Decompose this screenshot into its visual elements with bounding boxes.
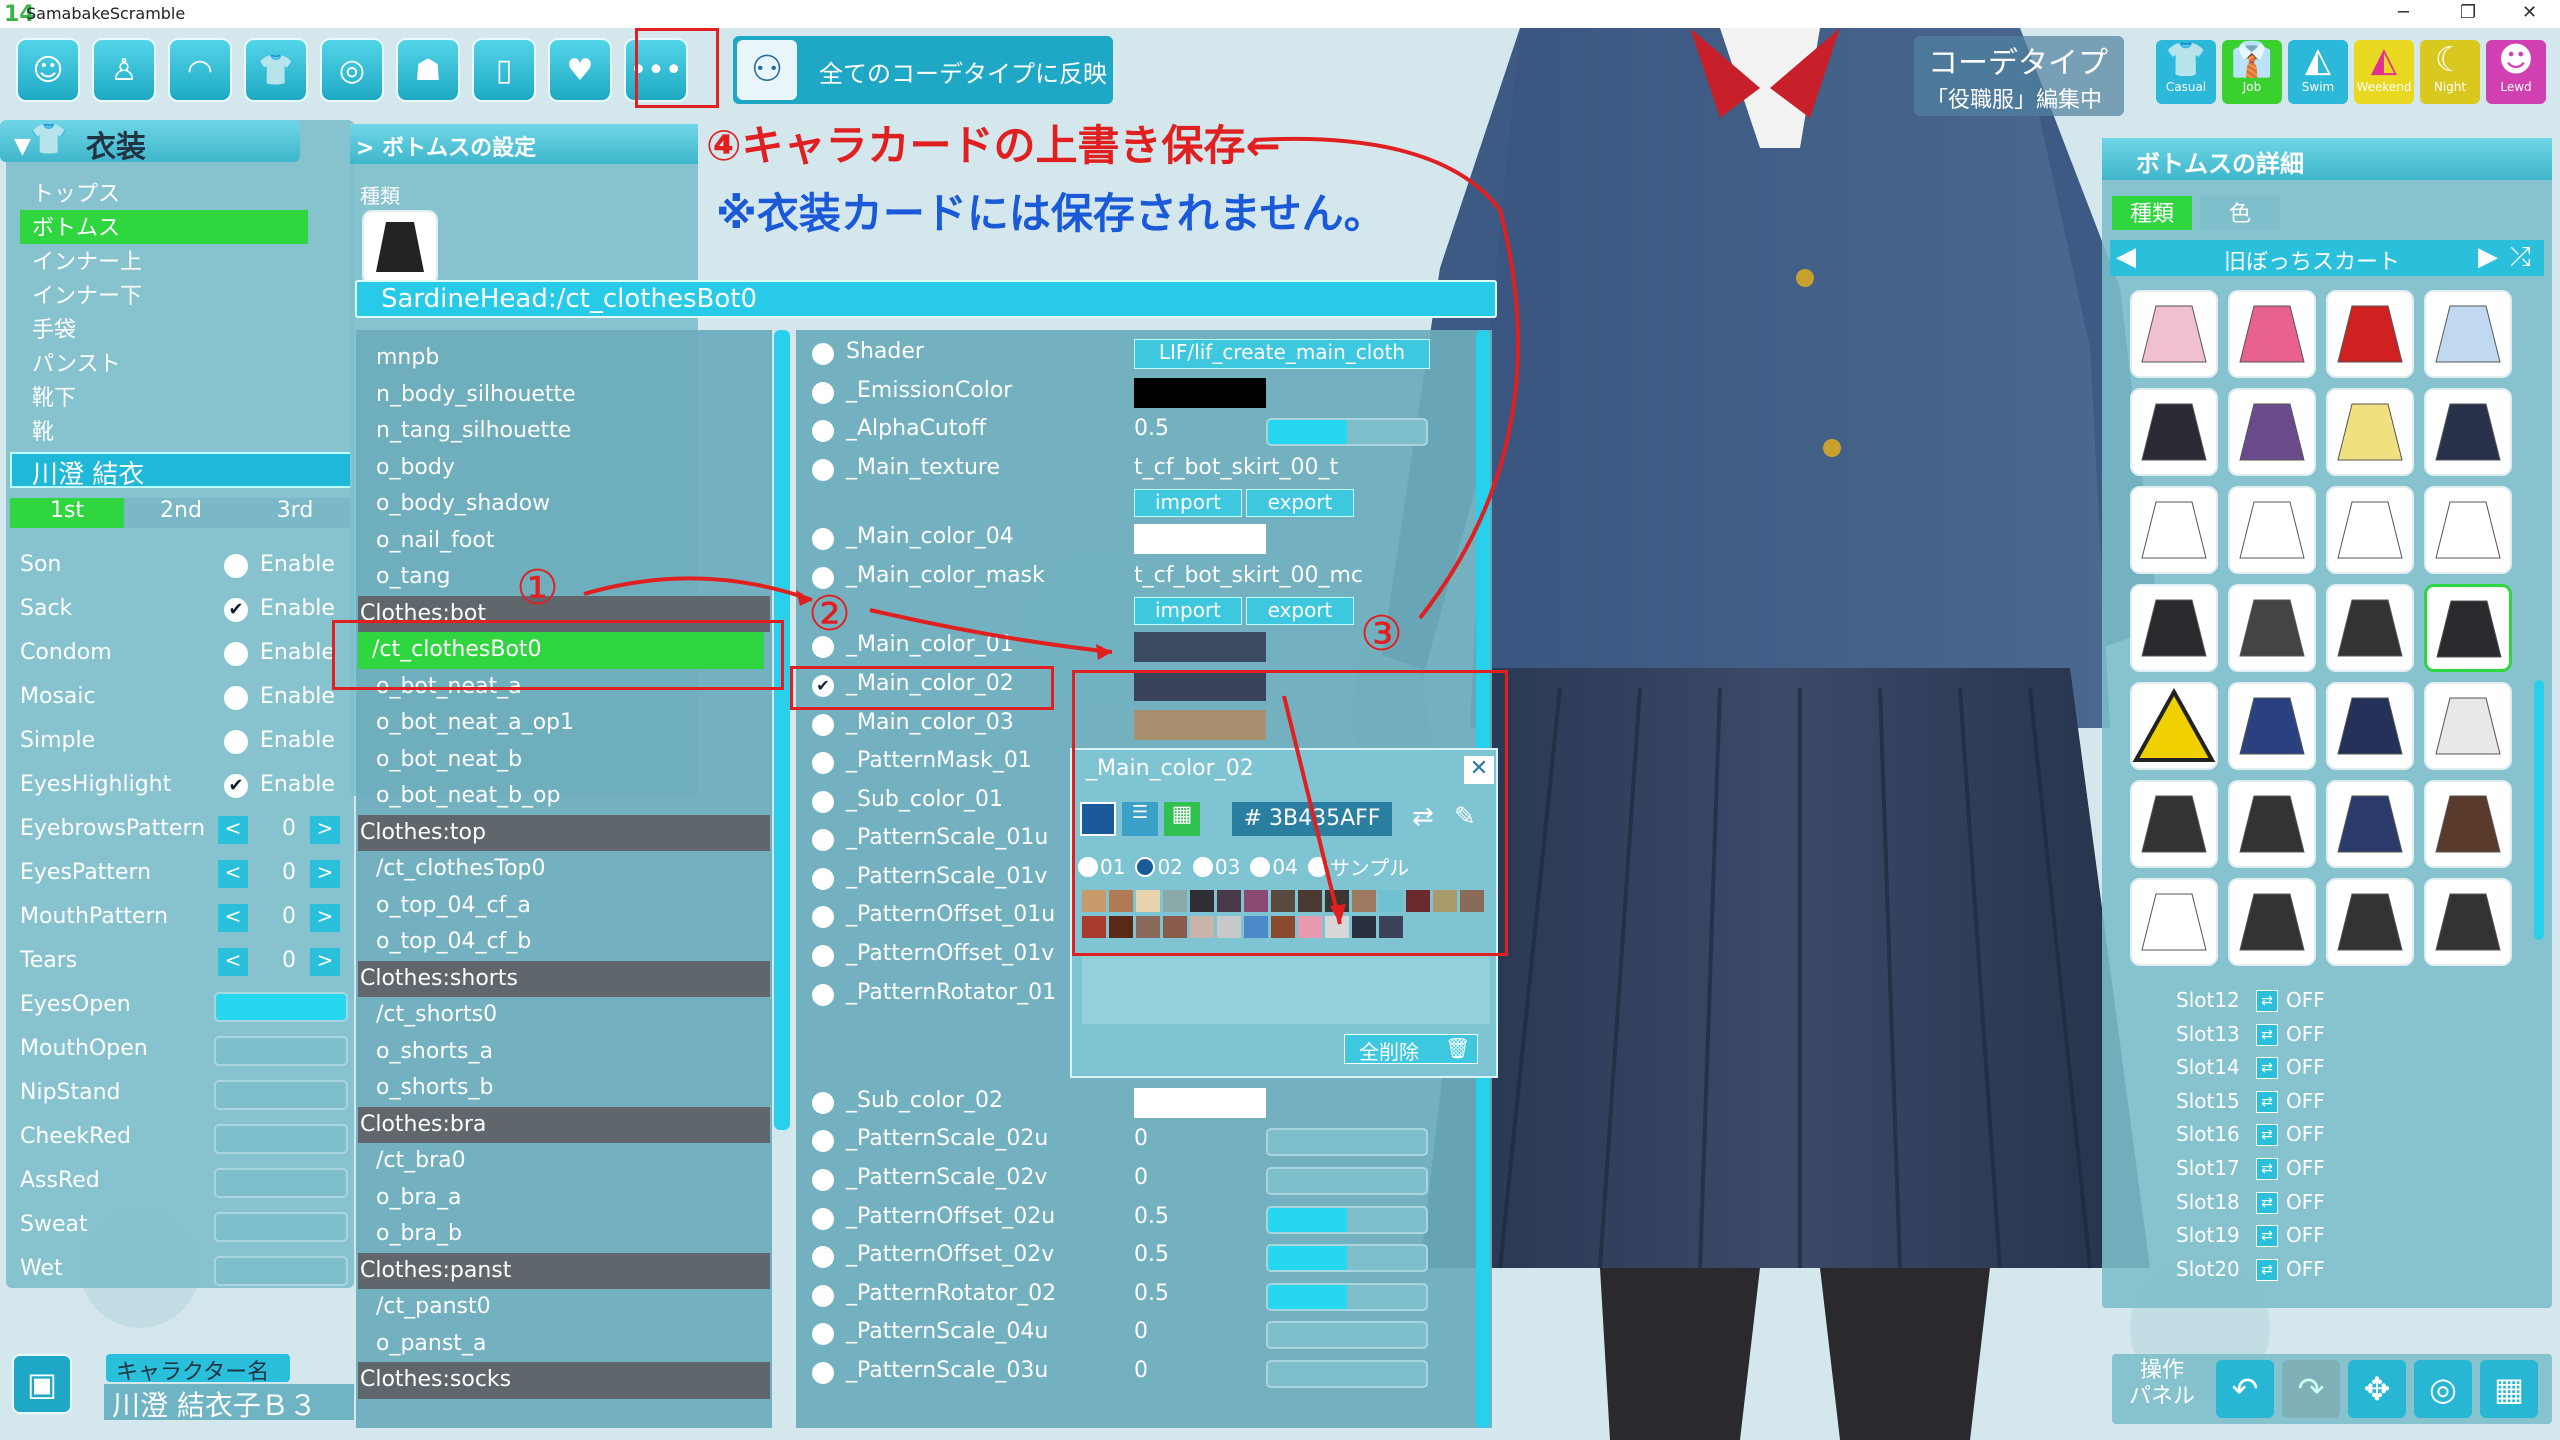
tab-color[interactable]: 色: [2200, 196, 2280, 230]
next-arrow-icon[interactable]: ▶: [2478, 242, 2498, 272]
slot-link-icon: ⇄: [2256, 1225, 2278, 1248]
grid-icon[interactable]: ▦: [2480, 1360, 2538, 1418]
bottom-thumbnail[interactable]: [2228, 290, 2316, 378]
slot-name: Slot14: [2176, 1055, 2240, 1080]
bottom-thumbnail[interactable]: [2424, 388, 2512, 476]
slot-state: OFF: [2286, 988, 2325, 1012]
bottom-thumbnail[interactable]: [2130, 486, 2218, 574]
slot-link-icon: ⇄: [2256, 1023, 2278, 1046]
bottom-thumbnail[interactable]: [2326, 388, 2414, 476]
character-name-field[interactable]: 川澄 結衣子Ｂ３: [104, 1384, 354, 1422]
bottoms-details-header: ボトムスの詳細: [2102, 138, 2552, 180]
slot-state: OFF: [2286, 1021, 2325, 1046]
slot-name: Slot15: [2176, 1088, 2240, 1113]
slot-state: OFF: [2286, 1155, 2325, 1180]
slot-name: Slot19: [2176, 1223, 2240, 1248]
bottom-thumbnail[interactable]: [2326, 584, 2414, 672]
slot-name: Slot16: [2176, 1122, 2240, 1147]
bottom-thumbnail[interactable]: [2130, 780, 2218, 868]
bottom-thumbnail[interactable]: [2424, 682, 2512, 770]
bottom-thumbnail[interactable]: [2130, 584, 2218, 672]
tab-kind[interactable]: 種類: [2112, 196, 2192, 230]
slot-state: OFF: [2286, 1256, 2325, 1281]
slot-state: OFF: [2286, 1088, 2325, 1113]
slot-row[interactable]: Slot18 ⇄ OFF: [2176, 1188, 2376, 1222]
bottom-thumbnail[interactable]: [2326, 878, 2414, 966]
warning-icon[interactable]: [2130, 682, 2218, 770]
slot-link-icon: ⇄: [2256, 1124, 2278, 1147]
slot-name: Slot18: [2176, 1189, 2240, 1214]
slot-row[interactable]: Slot14 ⇄ OFF: [2176, 1053, 2376, 1087]
slot-state: OFF: [2286, 1189, 2325, 1214]
bottom-thumbnail[interactable]: [2228, 780, 2316, 868]
slot-row[interactable]: Slot16 ⇄ OFF: [2176, 1120, 2376, 1154]
slot-state: OFF: [2286, 1055, 2325, 1080]
slot-row[interactable]: Slot17 ⇄ OFF: [2176, 1154, 2376, 1188]
bottom-thumbnail[interactable]: [2228, 878, 2316, 966]
bottom-thumbnail[interactable]: [2326, 290, 2414, 378]
random-icon[interactable]: ⤮: [2510, 242, 2531, 273]
redo-icon[interactable]: ↷: [2282, 1360, 2340, 1418]
bottom-thumbnail[interactable]: [2228, 388, 2316, 476]
bottom-thumbnail-grid: [2130, 290, 2512, 966]
slot-name: Slot12: [2176, 988, 2240, 1012]
operation-panel-label: 操作 パネル: [2128, 1358, 2195, 1409]
bottom-thumbnail[interactable]: [2228, 486, 2316, 574]
bottom-thumbnail[interactable]: [2130, 878, 2218, 966]
slot-row[interactable]: Slot19 ⇄ OFF: [2176, 1221, 2376, 1255]
slot-row[interactable]: Slot12 ⇄ OFF: [2176, 986, 2376, 1020]
details-scrollbar[interactable]: [2534, 680, 2544, 940]
slot-link-icon: ⇄: [2256, 990, 2278, 1012]
bottom-thumbnail[interactable]: [2130, 388, 2218, 476]
bottom-type-name: 旧ぼっちスカート: [2224, 250, 2401, 275]
bottom-thumbnail[interactable]: [2424, 290, 2512, 378]
bottom-thumbnail[interactable]: [2130, 290, 2218, 378]
slot-name: Slot17: [2176, 1155, 2240, 1180]
prev-arrow-icon[interactable]: ◀: [2116, 242, 2136, 272]
details-tabs: 種類 色: [2112, 196, 2280, 230]
slot-state: OFF: [2286, 1223, 2325, 1248]
move-icon[interactable]: ✥: [2348, 1360, 2406, 1418]
character-name-value: 川澄 結衣子Ｂ３: [112, 1389, 317, 1422]
slot-name: Slot13: [2176, 1021, 2240, 1046]
slot-list: Slot12 ⇄ OFF Slot13 ⇄ OFF Slot14 ⇄ OFF Slot15 ⇄ OFF…: [2176, 986, 2376, 1288]
save-card-icon[interactable]: ▣: [12, 1354, 72, 1414]
bottom-thumbnail[interactable]: [2228, 682, 2316, 770]
bottom-thumbnail[interactable]: [2424, 584, 2512, 672]
slot-state: OFF: [2286, 1122, 2325, 1147]
slot-row[interactable]: Slot15 ⇄ OFF: [2176, 1087, 2376, 1121]
slot-row[interactable]: Slot20 ⇄ OFF: [2176, 1255, 2376, 1289]
bottoms-details-title: ボトムスの詳細: [2136, 150, 2304, 178]
bottom-thumbnail[interactable]: [2326, 780, 2414, 868]
bottom-thumbnail[interactable]: [2228, 584, 2316, 672]
bottom-thumbnail[interactable]: [2326, 682, 2414, 770]
slot-name: Slot20: [2176, 1256, 2240, 1281]
slot-link-icon: ⇄: [2256, 1057, 2278, 1080]
bottom-thumbnail[interactable]: [2326, 486, 2414, 574]
slot-row[interactable]: Slot13 ⇄ OFF: [2176, 1020, 2376, 1054]
rotate-icon[interactable]: ◎: [2414, 1360, 2472, 1418]
slot-link-icon: ⇄: [2256, 1258, 2278, 1281]
bottom-thumbnail[interactable]: [2424, 780, 2512, 868]
bottom-thumbnail[interactable]: [2424, 878, 2512, 966]
character-name-label-box: キャラクター名: [106, 1354, 290, 1385]
undo-icon[interactable]: ↶: [2216, 1360, 2274, 1418]
slot-link-icon: ⇄: [2256, 1157, 2278, 1180]
bottom-thumbnail[interactable]: [2424, 486, 2512, 574]
character-name-label: キャラクター名: [116, 1360, 270, 1385]
operation-panel: 操作 パネル ↶ ↷ ✥ ◎ ▦: [2112, 1354, 2552, 1424]
bottom-type-selector: ◀ 旧ぼっちスカート ▶ ⤮: [2110, 240, 2544, 276]
slot-link-icon: ⇄: [2256, 1191, 2278, 1214]
slot-link-icon: ⇄: [2256, 1090, 2278, 1113]
